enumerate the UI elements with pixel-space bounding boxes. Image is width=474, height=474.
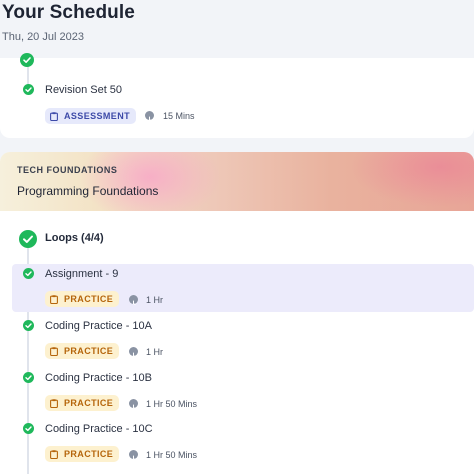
clipboard-icon [50, 398, 58, 408]
item-duration: 1 Hr 50 Mins [146, 399, 198, 409]
clock-icon [129, 399, 138, 410]
clock-icon [129, 347, 138, 358]
item-title[interactable]: Coding Practice - 10A [45, 320, 152, 332]
schedule-date: Thu, 20 Jul 2023 [2, 31, 84, 43]
completed-check-icon [23, 320, 34, 331]
course-title: Programming Foundations [17, 184, 159, 198]
completed-check-icon [19, 230, 37, 248]
badge-label: PRACTICE [64, 398, 114, 408]
clock-icon [145, 111, 154, 122]
badge-label: PRACTICE [64, 294, 114, 304]
clock-icon [129, 295, 138, 306]
item-title[interactable]: Revision Set 50 [45, 84, 122, 96]
item-duration: 1 Hr 50 Mins [146, 450, 198, 460]
completed-check-icon [23, 423, 34, 434]
practice-badge: PRACTICE [45, 446, 120, 462]
item-duration: 1 Hr [146, 295, 164, 305]
assessment-badge: ASSESSMENT [45, 108, 137, 124]
item-duration: 15 Mins [163, 111, 195, 121]
badge-label: PRACTICE [64, 346, 114, 356]
completed-check-icon [23, 372, 34, 383]
completed-check-icon [23, 84, 34, 95]
course-category: TECH FOUNDATIONS [17, 165, 118, 175]
practice-badge: PRACTICE [45, 395, 120, 411]
item-duration: 1 Hr [146, 347, 164, 357]
completed-check-icon [20, 53, 34, 67]
clipboard-icon [50, 449, 58, 459]
course-card: TECH FOUNDATIONS Programming Foundations… [0, 152, 474, 474]
badge-label: ASSESSMENT [64, 111, 131, 121]
clipboard-icon [50, 111, 58, 121]
item-title[interactable]: Coding Practice - 10B [45, 372, 152, 384]
module-title[interactable]: Loops (4/4) [45, 232, 104, 244]
practice-badge: PRACTICE [45, 291, 120, 307]
clipboard-icon [50, 346, 58, 356]
schedule-card-previous: Revision Set 50 ASSESSMENT 15 Mins [0, 53, 474, 138]
schedule-header: Your Schedule Thu, 20 Jul 2023 [0, 0, 474, 56]
practice-badge: PRACTICE [45, 343, 120, 359]
badge-label: PRACTICE [64, 449, 114, 459]
clipboard-icon [50, 294, 58, 304]
item-title[interactable]: Assignment - 9 [45, 268, 118, 280]
page-title: Your Schedule [2, 2, 135, 23]
clock-icon [129, 450, 138, 461]
completed-check-icon [23, 268, 34, 279]
course-banner[interactable]: TECH FOUNDATIONS Programming Foundations [0, 152, 474, 211]
item-title[interactable]: Coding Practice - 10C [45, 423, 153, 435]
